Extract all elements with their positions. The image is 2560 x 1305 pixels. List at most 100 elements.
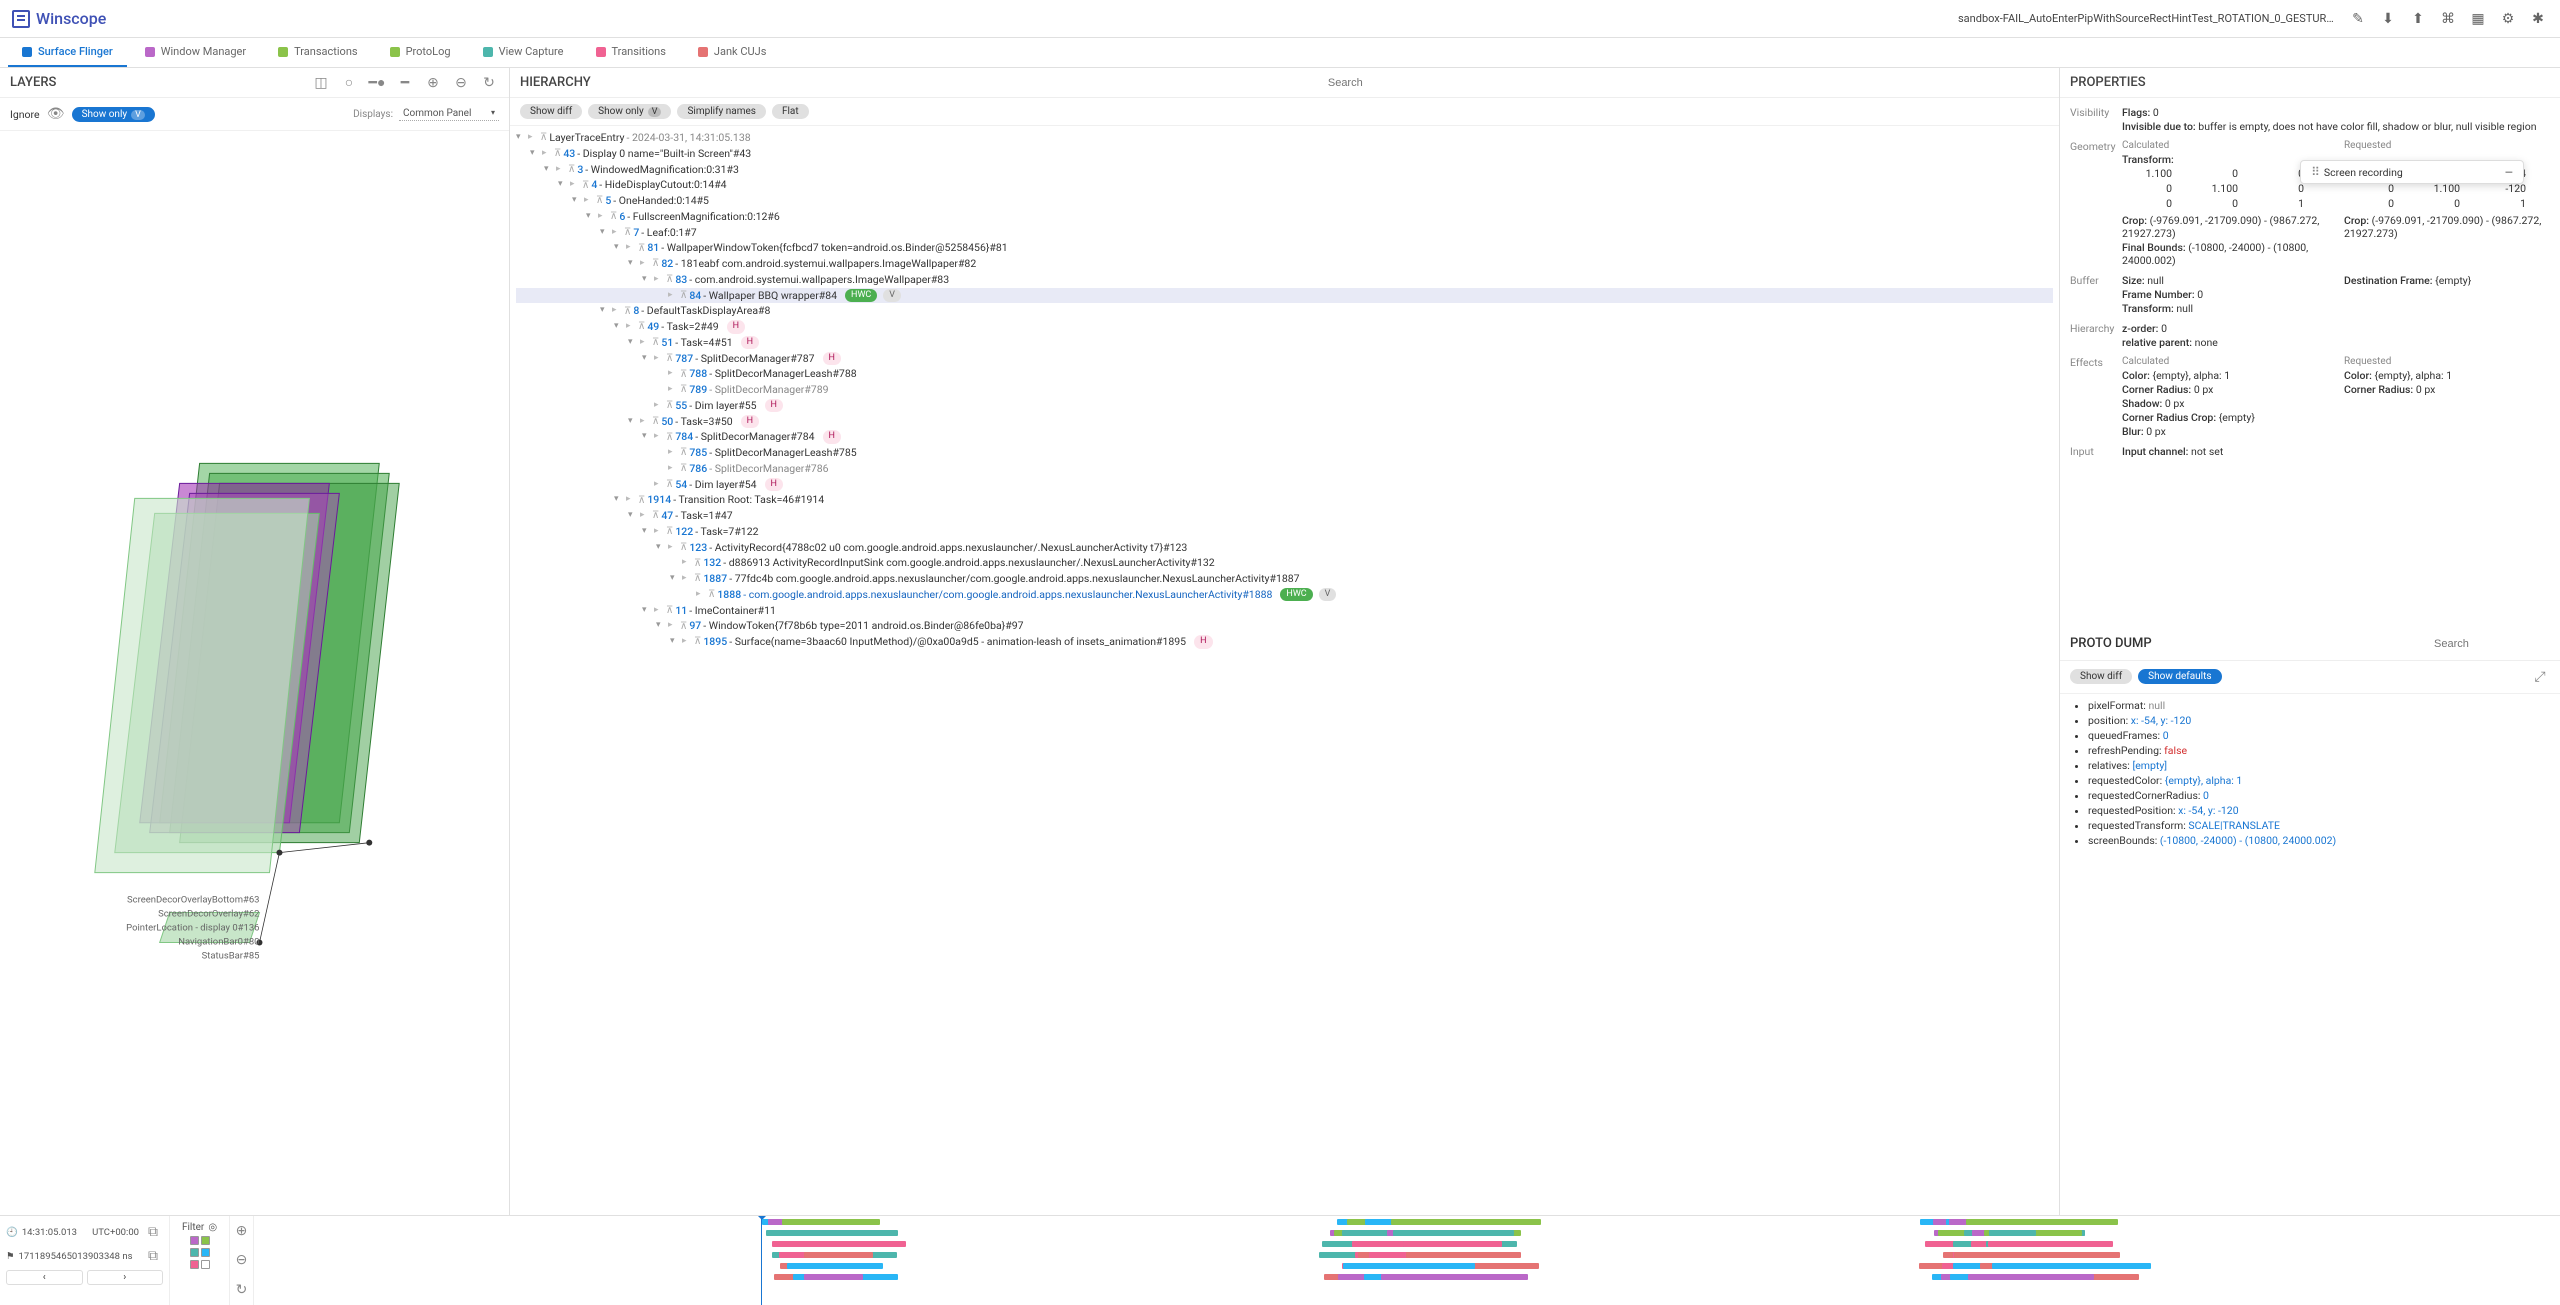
pin-icon[interactable]: ⊼: [680, 288, 687, 303]
tree-row[interactable]: ▾▸⊼ 8 - DefaultTaskDisplayArea#8: [516, 303, 2053, 319]
tab-surface-flinger[interactable]: Surface Flinger: [8, 38, 127, 67]
chip-simplify[interactable]: Simplify names: [677, 104, 766, 119]
pin-icon[interactable]: ⊼: [568, 162, 575, 177]
memory-icon[interactable]: ▦: [2468, 9, 2488, 29]
expand-icon[interactable]: ▾: [642, 525, 652, 539]
pin-icon[interactable]: ⊼: [666, 430, 673, 445]
proto-item[interactable]: requestedColor: {empty}, alpha: 1: [2088, 773, 2550, 788]
expand-all-icon[interactable]: ⤢: [2530, 667, 2550, 687]
expand-icon[interactable]: ▾: [544, 163, 554, 177]
tab-transitions[interactable]: Transitions: [582, 38, 680, 67]
edit-icon[interactable]: ✎: [2348, 9, 2368, 29]
expand-icon[interactable]: ▾: [628, 415, 638, 429]
pin-icon[interactable]: ⊼: [666, 603, 673, 618]
hierarchy-search-input[interactable]: [1324, 73, 2049, 93]
timeline-tracks[interactable]: [254, 1216, 2560, 1305]
pin-icon[interactable]: ⊼: [680, 367, 687, 382]
tl-reset-icon[interactable]: ↻: [232, 1280, 252, 1300]
tree-row[interactable]: ▾▸⊼ 1895 - Surface(name=3baac60 InputMet…: [516, 634, 2053, 650]
pin-icon[interactable]: ⊼: [624, 304, 631, 319]
proto-item[interactable]: requestedTransform: SCALE|TRANSLATE: [2088, 818, 2550, 833]
proto-item[interactable]: refreshPending: false: [2088, 743, 2550, 758]
expand-icon[interactable]: ▾: [628, 509, 638, 523]
debug-icon[interactable]: ✱: [2528, 9, 2548, 29]
tree-row[interactable]: ▾▸⊼ 83 - com.android.systemui.wallpapers…: [516, 272, 2053, 288]
tree-row[interactable]: ▾▸⊼ 4 - HideDisplayCutout:0:14#4: [516, 177, 2053, 193]
tab-transactions[interactable]: Transactions: [264, 38, 371, 67]
proto-show-defaults[interactable]: Show defaults: [2138, 669, 2221, 684]
proto-item[interactable]: requestedPosition: x: -54, y: -120: [2088, 803, 2550, 818]
expand-icon[interactable]: ▾: [642, 273, 652, 287]
tab-protolog[interactable]: ProtoLog: [376, 38, 465, 67]
pin-icon[interactable]: ⊼: [610, 209, 617, 224]
eye-icon[interactable]: ◎: [208, 1222, 217, 1233]
expand-icon[interactable]: ▾: [628, 336, 638, 350]
expand-icon[interactable]: ▾: [656, 541, 666, 555]
proto-dump-list[interactable]: pixelFormat: nullposition: x: -54, y: -1…: [2060, 694, 2560, 1216]
expand-icon[interactable]: ▾: [670, 572, 680, 586]
chip-show-only[interactable]: Show onlyV: [588, 104, 671, 119]
pin-icon[interactable]: ⊼: [680, 461, 687, 476]
filter-row-3[interactable]: [190, 1260, 210, 1269]
slider-icon[interactable]: ○: [339, 73, 359, 93]
pin-icon[interactable]: ⊼: [638, 241, 645, 256]
cube-icon[interactable]: ◫: [311, 73, 331, 93]
tree-row[interactable]: ▾▸⊼ 787 - SplitDecorManager#787 H: [516, 351, 2053, 367]
pin-icon[interactable]: ⊼: [666, 351, 673, 366]
expand-icon[interactable]: ▾: [670, 635, 680, 649]
tree-row[interactable]: ▾▸⊼ 6 - FullscreenMagnification:0:12#6: [516, 209, 2053, 225]
hierarchy-tree[interactable]: ▾▸⊼ LayerTraceEntry - 2024-03-31, 14:31:…: [510, 126, 2059, 1215]
layers-3d-view[interactable]: ScreenDecorOverlayBottom#63 ScreenDecorO…: [0, 131, 509, 1215]
tree-row[interactable]: ▸⊼ 54 - Dim layer#54 H: [516, 477, 2053, 493]
proto-item[interactable]: relatives: [empty]: [2088, 758, 2550, 773]
tree-row[interactable]: ▾▸⊼ 3 - WindowedMagnification:0:31#3: [516, 162, 2053, 178]
tab-view-capture[interactable]: View Capture: [469, 38, 578, 67]
pin-icon[interactable]: ⊼: [680, 445, 687, 460]
track1-icon[interactable]: ━●: [367, 73, 387, 93]
track2-icon[interactable]: ━: [395, 73, 415, 93]
proto-item[interactable]: pixelFormat: null: [2088, 698, 2550, 713]
expand-icon[interactable]: ▾: [642, 604, 652, 618]
expand-icon[interactable]: ▾: [586, 210, 596, 224]
pin-icon[interactable]: ⊼: [694, 571, 701, 586]
chip-show-diff[interactable]: Show diff: [520, 104, 582, 119]
pin-icon[interactable]: ⊼: [596, 193, 603, 208]
pin-icon[interactable]: ⊼: [694, 634, 701, 649]
proto-show-diff[interactable]: Show diff: [2070, 669, 2132, 684]
tree-row[interactable]: ▾▸⊼ 5 - OneHanded:0:14#5: [516, 193, 2053, 209]
chip-flat[interactable]: Flat: [772, 104, 809, 119]
zoom-in-icon[interactable]: ⊕: [423, 73, 443, 93]
copy-time-icon[interactable]: ⧉: [143, 1222, 163, 1242]
tree-row[interactable]: ▾▸⊼ 43 - Display 0 name="Built-in Screen…: [516, 146, 2053, 162]
tree-row[interactable]: ▾▸⊼ 1887 - 77fdc4b com.google.android.ap…: [516, 571, 2053, 587]
tree-row[interactable]: ▸⊼ 132 - d886913 ActivityRecordInputSink…: [516, 555, 2053, 571]
pin-icon[interactable]: ⊼: [666, 398, 673, 413]
expand-icon[interactable]: ▾: [656, 619, 666, 633]
pin-icon[interactable]: ⊼: [680, 382, 687, 397]
expand-icon[interactable]: ▾: [642, 430, 652, 444]
tree-row[interactable]: ▸⊼ 84 - Wallpaper BBQ wrapper#84 HWCV: [516, 288, 2053, 304]
filter-row-1[interactable]: [190, 1236, 210, 1245]
pin-icon[interactable]: ⊼: [554, 146, 561, 161]
upload-icon[interactable]: ⬆: [2408, 9, 2428, 29]
tree-row[interactable]: ▸⊼ 786 - SplitDecorManager#786: [516, 461, 2053, 477]
proto-search-input[interactable]: [2430, 634, 2550, 654]
tree-row[interactable]: ▾▸⊼ 49 - Task=2#49 H: [516, 319, 2053, 335]
expand-icon[interactable]: ▾: [572, 194, 582, 208]
tree-row[interactable]: ▸⊼ 788 - SplitDecorManagerLeash#788: [516, 366, 2053, 382]
show-only-chip[interactable]: Show onlyV: [72, 107, 155, 122]
expand-icon[interactable]: ▾: [558, 178, 568, 192]
pin-icon[interactable]: ⊼: [652, 256, 659, 271]
download-icon[interactable]: ⬇: [2378, 9, 2398, 29]
expand-icon[interactable]: ▾: [614, 241, 624, 255]
screen-recording-card[interactable]: ⠿ Screen recording —: [2300, 160, 2524, 184]
prev-button[interactable]: ‹: [6, 1270, 83, 1285]
pin-icon[interactable]: ⊼: [708, 587, 715, 602]
minimize-icon[interactable]: —: [2505, 166, 2513, 179]
pin-icon[interactable]: ⊼: [638, 319, 645, 334]
tree-row[interactable]: ▾▸⊼ 51 - Task=4#51 H: [516, 335, 2053, 351]
tab-window-manager[interactable]: Window Manager: [131, 38, 260, 67]
pin-icon[interactable]: ⊼: [694, 556, 701, 571]
pin-icon[interactable]: ⊼: [638, 493, 645, 508]
expand-icon[interactable]: ▾: [628, 257, 638, 271]
